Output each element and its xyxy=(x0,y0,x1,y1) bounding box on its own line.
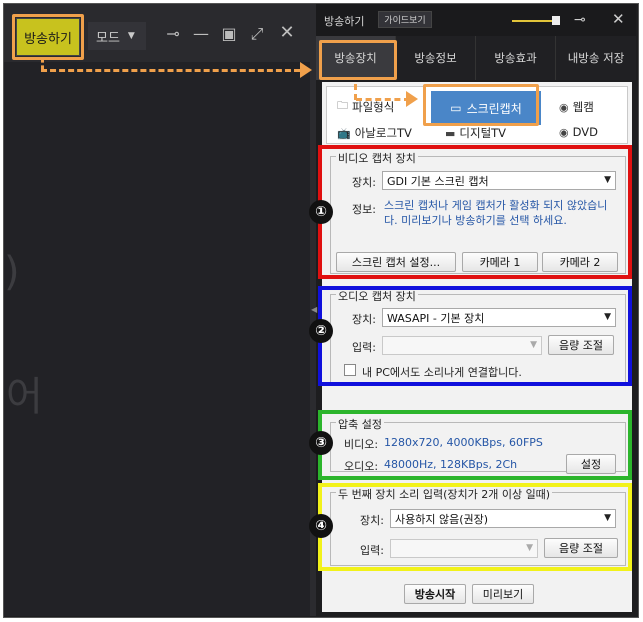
guide-arrow-icon xyxy=(406,91,418,107)
close-icon[interactable]: ✕ xyxy=(612,10,625,28)
source-label: 아날로그TV xyxy=(354,126,412,140)
annotation-box-video xyxy=(318,145,632,279)
preview-panel: 방송하기 모드 ▼ ⊸ — ▣ ⤢ ✕ ) 어 xyxy=(4,4,312,616)
fullscreen-icon[interactable]: ⤢ xyxy=(246,24,268,44)
guide-dash xyxy=(356,98,410,101)
marker-1: ① xyxy=(309,200,333,224)
ghost-text: ) xyxy=(4,249,20,295)
marker-2: ② xyxy=(309,319,333,343)
tab-info[interactable]: 방송정보 xyxy=(396,36,476,80)
source-digital-tv[interactable]: ▬ 디지털TV xyxy=(445,125,506,141)
annotation-box-audio xyxy=(318,286,632,386)
mode-dropdown[interactable]: 모드 ▼ xyxy=(88,22,146,50)
maximize-icon[interactable]: ▣ xyxy=(218,24,240,43)
source-dvd[interactable]: ◉ DVD xyxy=(559,125,598,139)
guide-arrow-icon xyxy=(300,62,312,78)
start-broadcast-button[interactable]: 방송시작 xyxy=(404,584,466,604)
monitor-icon: ▬ xyxy=(445,126,456,140)
radio-icon: ◉ xyxy=(559,100,569,114)
tv-icon: 📺 xyxy=(337,126,351,140)
radio-icon: ◉ xyxy=(559,125,569,139)
source-label: 디지털TV xyxy=(459,126,507,140)
tab-save[interactable]: 내방송 저장 xyxy=(556,36,636,80)
collapse-arrow-icon[interactable]: ◀ xyxy=(311,305,317,314)
annotation-box-compression xyxy=(318,410,632,480)
guide-dash xyxy=(41,69,300,72)
preview-button[interactable]: 미리보기 xyxy=(472,584,534,604)
annotation-box-second-audio xyxy=(318,483,632,571)
source-analog-tv[interactable]: 📺 아날로그TV xyxy=(337,125,412,141)
minimize-icon[interactable]: — xyxy=(190,24,212,43)
broadcast-button-highlight xyxy=(12,14,84,60)
pin-icon[interactable]: ⊸ xyxy=(162,24,184,43)
close-icon[interactable]: ✕ xyxy=(276,22,298,43)
screen-capture-highlight xyxy=(423,84,539,126)
window-title: 방송하기 xyxy=(324,15,365,28)
volume-knob[interactable] xyxy=(552,16,560,25)
tab-highlight xyxy=(319,40,397,80)
ghost-text: 어 xyxy=(6,374,43,420)
source-label: 웹캠 xyxy=(572,100,594,114)
marker-3: ③ xyxy=(309,431,333,455)
marker-4: ④ xyxy=(309,514,333,538)
right-titlebar: 방송하기 가이드보기 ⊸ ✕ xyxy=(316,4,636,36)
source-label: DVD xyxy=(572,125,598,139)
mode-label: 모드 xyxy=(96,30,120,46)
source-webcam[interactable]: ◉ 웹캠 xyxy=(559,99,594,115)
chevron-down-icon: ▼ xyxy=(127,31,135,41)
volume-slider[interactable] xyxy=(512,20,554,22)
pin-icon[interactable]: ⊸ xyxy=(574,12,586,28)
folder-icon: 🗀 xyxy=(337,99,348,112)
guide-button[interactable]: 가이드보기 xyxy=(378,11,432,28)
tab-effects[interactable]: 방송효과 xyxy=(476,36,556,80)
